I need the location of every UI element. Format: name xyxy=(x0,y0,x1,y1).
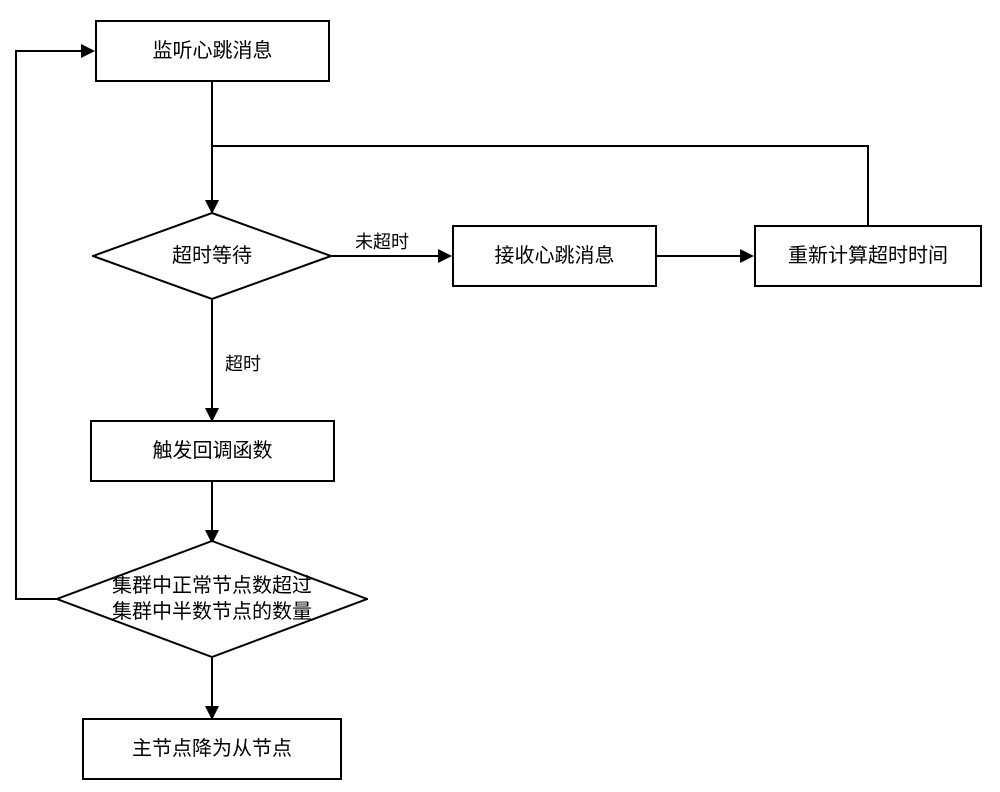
node-timeout-wait: 超时等待 xyxy=(92,212,332,300)
node-receive: 接收心跳消息 xyxy=(452,225,657,287)
edge-wait-to-receive xyxy=(332,255,440,257)
arrow-majority-to-listen xyxy=(81,44,95,58)
node-receive-label: 接收心跳消息 xyxy=(495,243,615,269)
node-timeout-wait-label: 超时等待 xyxy=(172,243,252,269)
edge-majority-right xyxy=(15,50,83,52)
edge-receive-to-recalc xyxy=(657,255,742,257)
node-majority-label: 集群中正常节点数超过 集群中半数节点的数量 xyxy=(112,573,312,625)
arrow-receive-to-recalc xyxy=(740,249,754,263)
edge-majority-to-demote xyxy=(211,658,213,708)
node-callback: 触发回调函数 xyxy=(90,420,335,482)
node-recalc-label: 重新计算超时时间 xyxy=(788,243,948,269)
node-callback-label: 触发回调函数 xyxy=(153,438,273,464)
edge-callback-to-majority xyxy=(211,482,213,532)
node-listen-label: 监听心跳消息 xyxy=(153,38,273,64)
label-timeout: 超时 xyxy=(225,350,261,376)
edge-listen-to-wait xyxy=(211,82,213,202)
arrow-wait-to-receive xyxy=(438,249,452,263)
edge-recalc-up xyxy=(867,145,869,225)
node-majority: 集群中正常节点数超过 集群中半数节点的数量 xyxy=(56,540,368,658)
node-demote: 主节点降为从节点 xyxy=(82,718,342,780)
node-recalc: 重新计算超时时间 xyxy=(754,225,982,287)
label-not-timeout: 未超时 xyxy=(355,228,409,254)
edge-majority-left xyxy=(15,598,57,600)
edge-recalc-left xyxy=(211,145,869,147)
node-listen: 监听心跳消息 xyxy=(95,20,330,82)
edge-majority-up xyxy=(15,50,17,600)
edge-wait-to-callback xyxy=(211,300,213,410)
node-demote-label: 主节点降为从节点 xyxy=(132,736,292,762)
